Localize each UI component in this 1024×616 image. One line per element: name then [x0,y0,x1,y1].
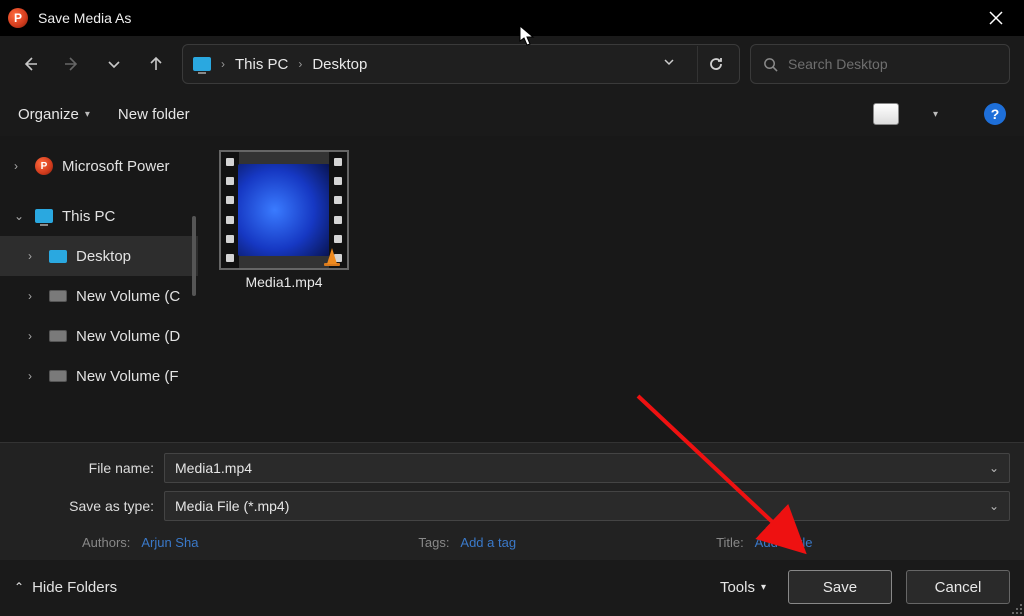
title-bar: P Save Media As [0,0,1024,36]
save-button[interactable]: Save [788,570,892,604]
drive-icon [49,290,67,302]
title-label: Title: [716,535,744,550]
sidebar-item-label: This PC [62,208,115,225]
recent-locations-button[interactable] [98,48,130,80]
pc-icon [35,209,53,223]
savetype-select[interactable]: Media File (*.mp4) ⌄ [164,491,1010,521]
collapse-icon[interactable]: ⌄ [14,209,26,223]
filename-value: Media1.mp4 [175,460,252,476]
search-input[interactable] [788,56,997,72]
refresh-button[interactable] [697,46,733,82]
close-icon [989,11,1003,25]
desktop-icon [49,250,67,263]
chevron-down-icon [663,56,675,68]
pc-icon [193,57,211,71]
sidebar-item-label: New Volume (D [76,328,180,345]
toolbar: Organize ▾ New folder ▾ ? [0,92,1024,136]
expand-icon[interactable]: › [28,249,40,263]
expand-icon[interactable]: › [14,159,26,173]
address-dropdown[interactable] [655,55,683,73]
authors-label: Authors: [82,535,130,550]
arrow-up-icon [148,56,164,72]
nav-row: › This PC › Desktop [0,36,1024,92]
help-button[interactable]: ? [984,103,1006,125]
back-button[interactable] [14,48,46,80]
refresh-icon [708,56,724,72]
savetype-label: Save as type: [14,498,154,514]
sidebar-item-label: New Volume (F [76,368,179,385]
view-mode-dropdown[interactable]: ▾ [933,109,938,120]
save-panel: File name: Media1.mp4 ⌄ Save as type: Me… [0,442,1024,560]
sidebar-item-volume-f[interactable]: › New Volume (F [0,356,198,396]
authors-value[interactable]: Arjun Sha [141,535,198,550]
drive-icon [49,370,67,382]
tags-value[interactable]: Add a tag [460,535,516,550]
breadcrumb-current[interactable]: Desktop [312,56,367,73]
chevron-up-icon: ⌃ [14,580,24,594]
expand-icon[interactable]: › [28,329,40,343]
sidebar-item-this-pc[interactable]: ⌄ This PC [0,196,198,236]
hide-folders-toggle[interactable]: ⌃ Hide Folders [14,579,117,596]
title-value[interactable]: Add a title [755,535,813,550]
organize-menu[interactable]: Organize ▾ [18,106,90,123]
resize-grip[interactable] [1010,602,1024,616]
file-name: Media1.mp4 [245,274,322,290]
chevron-right-icon: › [221,57,225,71]
drive-icon [49,330,67,342]
chevron-down-icon: ▾ [761,582,766,593]
sidebar-item-label: Microsoft Power [62,158,170,175]
chevron-right-icon: › [298,57,302,71]
file-list[interactable]: Media1.mp4 [198,136,1024,442]
chevron-down-icon[interactable]: ⌄ [989,499,999,513]
sidebar-item-label: New Volume (C [76,288,180,305]
chevron-down-icon[interactable]: ⌄ [989,461,999,475]
window-title: Save Media As [38,10,131,26]
sidebar-item-label: Desktop [76,248,131,265]
search-icon [763,57,778,72]
file-item[interactable]: Media1.mp4 [216,150,352,290]
organize-label: Organize [18,106,79,123]
expand-icon[interactable]: › [28,289,40,303]
tools-menu[interactable]: Tools ▾ [720,579,766,596]
filename-input[interactable]: Media1.mp4 ⌄ [164,453,1010,483]
new-folder-button[interactable]: New folder [118,106,190,123]
arrow-left-icon [22,56,38,72]
savetype-value: Media File (*.mp4) [175,498,289,514]
file-thumbnail [219,150,349,270]
sidebar-item-desktop[interactable]: › Desktop [0,236,198,276]
hide-folders-label: Hide Folders [32,579,117,596]
tags-label: Tags: [418,535,449,550]
breadcrumb-root[interactable]: This PC [235,56,288,73]
metadata-row: Authors: Arjun Sha Tags: Add a tag Title… [14,529,1010,552]
forward-button[interactable] [56,48,88,80]
chevron-down-icon [106,56,122,72]
tools-label: Tools [720,579,755,596]
up-button[interactable] [140,48,172,80]
address-bar[interactable]: › This PC › Desktop [182,44,740,84]
powerpoint-icon: P [8,8,28,28]
search-box[interactable] [750,44,1010,84]
view-mode-button[interactable] [873,103,899,125]
cancel-button[interactable]: Cancel [906,570,1010,604]
sidebar-item-volume-c[interactable]: › New Volume (C [0,276,198,316]
expand-icon[interactable]: › [28,369,40,383]
scrollbar-thumb[interactable] [192,216,196,296]
close-button[interactable] [974,0,1018,36]
chevron-down-icon: ▾ [85,109,90,120]
dialog-footer: ⌃ Hide Folders Tools ▾ Save Cancel [0,560,1024,616]
sidebar-item-powerpoint[interactable]: › P Microsoft Power [0,146,198,186]
powerpoint-icon: P [35,157,53,175]
navigation-pane: › P Microsoft Power ⌄ This PC › Desktop … [0,136,198,442]
arrow-right-icon [64,56,80,72]
sidebar-item-volume-d[interactable]: › New Volume (D [0,316,198,356]
vlc-overlay-icon [321,244,343,266]
filename-label: File name: [14,460,154,476]
